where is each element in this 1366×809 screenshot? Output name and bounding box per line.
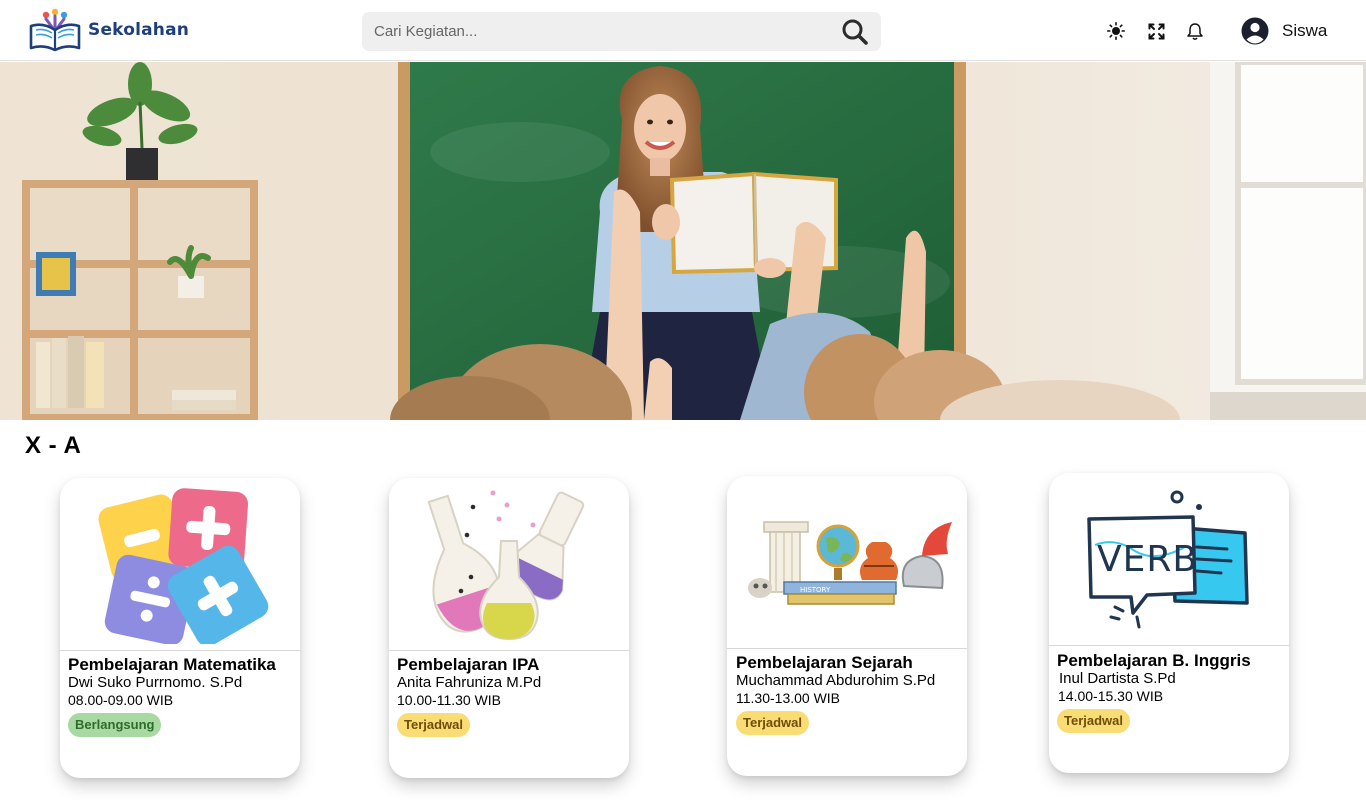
course-title: Pembelajaran B. Inggris xyxy=(1057,651,1251,670)
status-badge: Terjadwal xyxy=(397,713,471,737)
course-info: Pembelajaran B. Inggris Inul Dartista S.… xyxy=(1057,651,1283,733)
user-name: Siswa xyxy=(1282,21,1328,40)
user-avatar-icon xyxy=(1241,17,1269,45)
course-teacher: Dwi Suko Purrnomo. S.Pd xyxy=(68,674,243,691)
bell-icon xyxy=(1187,22,1203,40)
app-logo[interactable]: Sekolahan xyxy=(28,8,189,52)
course-title: Pembelajaran Matematika xyxy=(68,655,276,674)
status-badge: Terjadwal xyxy=(1057,709,1131,733)
course-image xyxy=(60,478,300,651)
search-bar xyxy=(362,12,881,51)
fullscreen-icon xyxy=(1148,23,1164,39)
course-image: HISTORY xyxy=(727,476,967,649)
course-info: Pembelajaran Matematika Dwi Suko Purrnom… xyxy=(68,655,294,737)
course-card-sejarah[interactable]: HISTORY Pembelajaran Sejarah Muchammad A… xyxy=(727,476,967,776)
status-badge: Berlangsung xyxy=(68,713,162,737)
app-name: Sekolahan xyxy=(88,20,190,40)
svg-text:HISTORY: HISTORY xyxy=(800,586,831,594)
course-time: 08.00-09.00 WIB xyxy=(68,692,174,708)
notification-button[interactable] xyxy=(1185,21,1205,41)
course-teacher: Inul Dartista S.Pd xyxy=(1059,670,1176,687)
history-artifacts-icon: HISTORY xyxy=(748,521,952,605)
course-title: Pembelajaran IPA xyxy=(397,655,540,674)
sun-icon xyxy=(1107,22,1125,40)
classroom-illustration xyxy=(0,62,1366,420)
course-time: 11.30-13.00 WIB xyxy=(736,690,841,706)
course-card-matematika[interactable]: Pembelajaran Matematika Dwi Suko Purrnom… xyxy=(60,478,300,778)
course-teacher: Muchammad Abdurohim S.Pd xyxy=(736,672,936,689)
fullscreen-button[interactable] xyxy=(1146,21,1166,41)
math-symbols-icon xyxy=(98,488,269,644)
course-info: Pembelajaran Sejarah Muchammad Abdurohim… xyxy=(736,653,961,735)
top-navbar: Sekolahan Cari Kegiatan... Siswa xyxy=(0,0,1366,61)
course-card-inggris[interactable]: VERB Pembelajaran B. Inggris Inul Dartis… xyxy=(1049,473,1289,773)
user-menu[interactable]: Siswa xyxy=(1241,15,1327,47)
course-info: Pembelajaran IPA Anita Fahruniza M.Pd 10… xyxy=(397,655,623,737)
hero-banner-image xyxy=(0,62,1366,420)
class-title: X - A xyxy=(25,432,82,459)
course-teacher: Anita Fahruniza M.Pd xyxy=(397,674,542,691)
search-input[interactable] xyxy=(362,12,832,51)
book-logo-icon xyxy=(29,8,81,52)
verb-speech-bubble-icon: VERB xyxy=(1087,490,1249,629)
course-image xyxy=(389,478,629,651)
status-badge: Terjadwal xyxy=(736,711,810,735)
course-image: VERB xyxy=(1049,473,1289,646)
search-icon[interactable] xyxy=(841,18,869,46)
svg-text:VERB: VERB xyxy=(1097,539,1198,580)
course-time: 14.00-15.30 WIB xyxy=(1058,688,1164,704)
course-time: 10.00-11.30 WIB xyxy=(397,692,502,708)
theme-toggle-button[interactable] xyxy=(1106,21,1126,41)
course-title: Pembelajaran Sejarah xyxy=(736,653,913,672)
science-flasks-icon xyxy=(427,490,585,641)
course-card-ipa[interactable]: Pembelajaran IPA Anita Fahruniza M.Pd 10… xyxy=(389,478,629,778)
